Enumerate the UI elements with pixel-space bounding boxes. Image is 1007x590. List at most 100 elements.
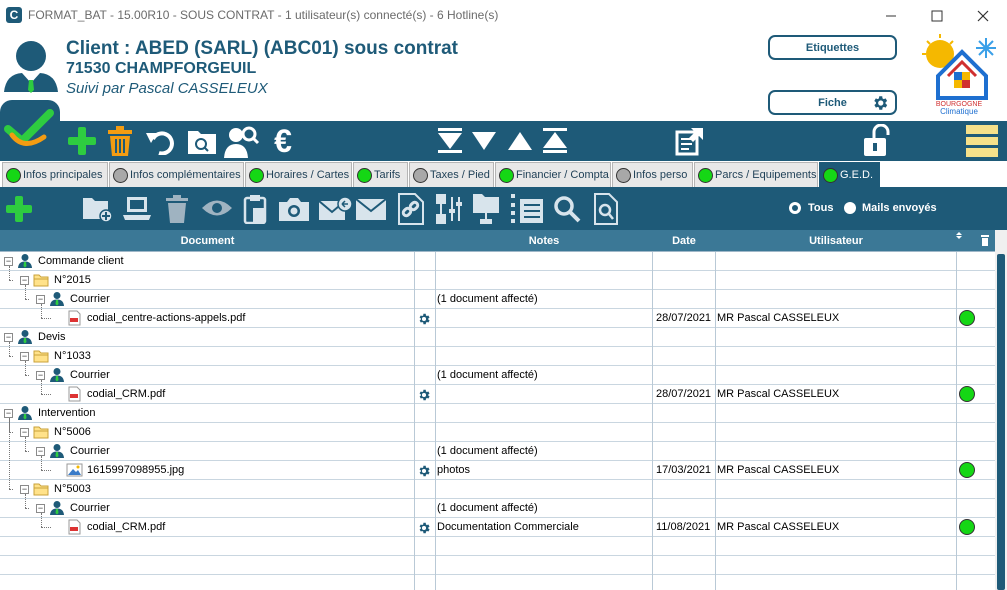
column-header-notes[interactable]: Notes [436, 230, 652, 252]
camera-icon[interactable] [278, 196, 310, 222]
tree-node-label[interactable]: N°5006 [54, 426, 91, 438]
close-button[interactable] [960, 0, 1006, 31]
tree-node-label[interactable]: N°2015 [54, 274, 91, 286]
up-icon[interactable] [507, 130, 533, 152]
tree-node-label[interactable]: Courrier [70, 369, 110, 381]
trash-icon[interactable] [164, 195, 190, 223]
sort-icon[interactable] [955, 231, 963, 240]
computer-icon[interactable] [122, 196, 152, 222]
table-row[interactable] [0, 404, 995, 423]
column-header-document[interactable]: Document [0, 230, 415, 252]
column-settings-icon[interactable] [980, 234, 990, 246]
menu-icon[interactable] [965, 124, 999, 158]
list-icon[interactable] [510, 193, 544, 225]
column-header-date[interactable]: Date [653, 230, 715, 252]
collapse-toggle[interactable]: − [36, 295, 45, 304]
euro-icon[interactable]: € [270, 123, 296, 159]
table-row[interactable] [0, 328, 995, 347]
document-name[interactable]: codial_CRM.pdf [87, 521, 165, 533]
collapse-toggle[interactable]: − [4, 257, 13, 266]
first-icon[interactable] [437, 128, 463, 154]
tab-ged[interactable]: G.E.D. [819, 162, 880, 187]
person-icon [50, 292, 64, 306]
search-icon[interactable] [553, 195, 581, 223]
tab-infos-complementaires[interactable]: Infos complémentaires [109, 162, 244, 187]
settings-gear-icon[interactable] [417, 388, 431, 402]
add-icon[interactable] [67, 126, 97, 156]
empty-row [0, 556, 995, 575]
tab-horaires-cartes[interactable]: Horaires / Cartes [245, 162, 352, 187]
undo-icon[interactable] [145, 127, 177, 155]
add-icon[interactable] [5, 195, 33, 223]
settings-tree-icon[interactable] [435, 193, 465, 225]
tree-node-label[interactable]: Courrier [70, 445, 110, 457]
vertical-scrollbar[interactable] [995, 230, 1007, 590]
user-cell: MR Pascal CASSELEUX [717, 388, 840, 400]
export-icon[interactable] [675, 126, 705, 156]
search-document-icon[interactable] [593, 193, 619, 225]
tree-node-label[interactable]: N°5003 [54, 483, 91, 495]
last-icon[interactable] [542, 128, 568, 154]
minimize-button[interactable] [868, 0, 914, 31]
validate-icon[interactable] [4, 107, 54, 151]
collapse-toggle[interactable]: − [36, 447, 45, 456]
trash-icon[interactable] [106, 126, 134, 156]
document-name[interactable]: 1615997098955.jpg [87, 464, 184, 476]
add-folder-icon[interactable] [82, 195, 114, 223]
collapse-toggle[interactable]: − [20, 428, 29, 437]
collapse-toggle[interactable]: − [4, 409, 13, 418]
document-name[interactable]: codial_centre-actions-appels.pdf [87, 312, 245, 324]
folder-search-icon[interactable] [187, 126, 217, 156]
notes-cell: (1 document affecté) [437, 369, 538, 381]
collapse-toggle[interactable]: − [4, 333, 13, 342]
column-divider [715, 252, 716, 590]
scrollbar-thumb[interactable] [997, 254, 1005, 590]
view-icon[interactable] [201, 197, 233, 219]
collapse-toggle[interactable]: − [36, 371, 45, 380]
table-row[interactable] [0, 271, 995, 290]
table-row[interactable] [0, 480, 995, 499]
mail-icon[interactable] [355, 197, 387, 221]
tab-taxes-pied[interactable]: Taxes / Pied [409, 162, 494, 187]
date-cell: 17/03/2021 [656, 464, 712, 476]
user-search-icon[interactable] [224, 124, 260, 158]
link-document-icon[interactable] [397, 193, 425, 225]
table-row[interactable] [0, 252, 995, 271]
collapse-toggle[interactable]: − [20, 485, 29, 494]
main-toolbar: € [0, 109, 1007, 161]
collapse-toggle[interactable]: − [20, 352, 29, 361]
document-name[interactable]: codial_CRM.pdf [87, 388, 165, 400]
tree-node-label[interactable]: Intervention [38, 407, 95, 419]
radio-mails-sent[interactable] [844, 202, 856, 214]
settings-gear-icon[interactable] [417, 464, 431, 478]
settings-gear-icon[interactable] [417, 312, 431, 326]
tab-label: Horaires / Cartes [266, 169, 350, 181]
tree-node-label[interactable]: Commande client [38, 255, 124, 267]
network-folder-icon[interactable] [472, 193, 500, 225]
tab-infos-principales[interactable]: Infos principales [2, 162, 108, 187]
mail-reply-icon[interactable] [318, 196, 352, 222]
column-header-user[interactable]: Utilisateur [716, 230, 956, 252]
clipboard-icon[interactable] [243, 194, 269, 224]
maximize-button[interactable] [914, 0, 960, 31]
collapse-toggle[interactable]: − [20, 276, 29, 285]
down-icon[interactable] [471, 130, 497, 152]
radio-all[interactable] [789, 202, 801, 214]
tree-node-label[interactable]: N°1033 [54, 350, 91, 362]
tree-node-label[interactable]: Courrier [70, 502, 110, 514]
tree-node-label[interactable]: Courrier [70, 293, 110, 305]
tab-parcs-equipements[interactable]: Parcs / Equipements [694, 162, 818, 187]
unlock-icon[interactable] [862, 124, 892, 158]
tab-infos-perso[interactable]: Infos perso [612, 162, 693, 187]
etiquettes-button[interactable]: Etiquettes [768, 35, 897, 60]
tab-status-indicator [616, 167, 631, 183]
fiche-button[interactable]: Fiche [768, 90, 897, 115]
table-row[interactable] [0, 423, 995, 442]
tab-financier-compta[interactable]: Financier / Compta [495, 162, 611, 187]
table-row[interactable] [0, 347, 995, 366]
radio-mails-sent-label: Mails envoyés [862, 202, 937, 214]
collapse-toggle[interactable]: − [36, 504, 45, 513]
tree-node-label[interactable]: Devis [38, 331, 66, 343]
settings-gear-icon[interactable] [417, 521, 431, 535]
tab-tarifs[interactable]: Tarifs [353, 162, 408, 187]
